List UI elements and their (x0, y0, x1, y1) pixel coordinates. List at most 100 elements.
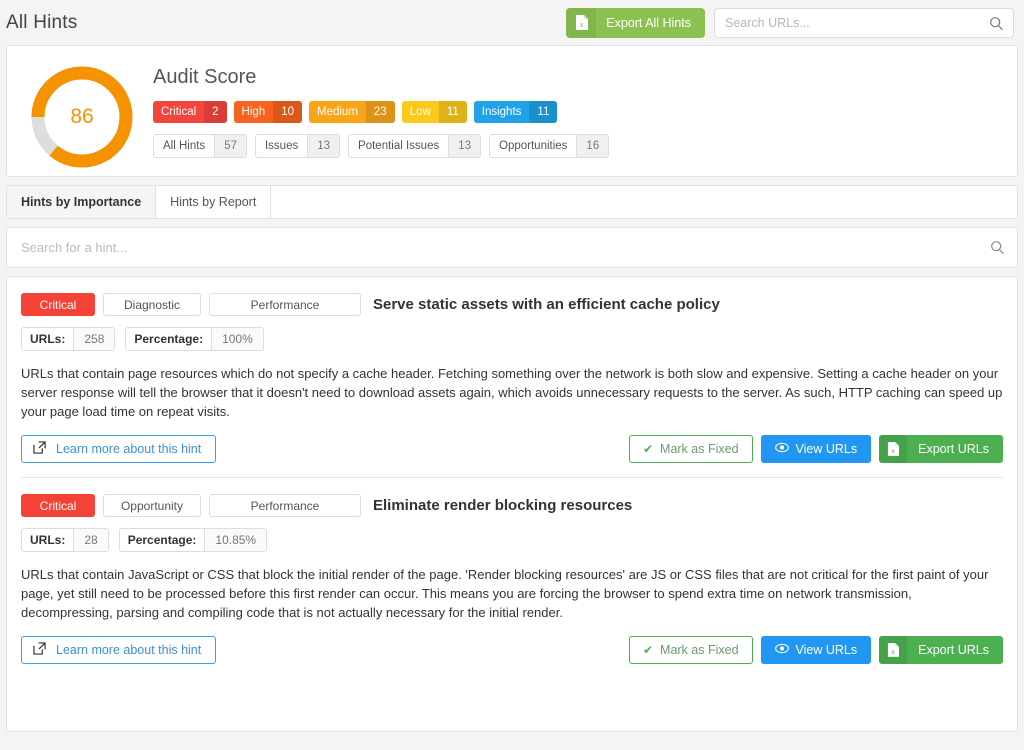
hint-urls-meta: URLs: 258 (21, 327, 116, 351)
tab-hints-by-importance[interactable]: Hints by Importance (7, 186, 157, 218)
learn-more-button[interactable]: Learn more about this hint (21, 636, 217, 664)
external-link-icon (33, 441, 46, 457)
eye-icon (774, 442, 789, 456)
page-title: All Hints (6, 11, 78, 33)
hint-category-badge[interactable]: Performance (209, 293, 361, 316)
search-icon[interactable] (990, 240, 1005, 260)
severity-badge-high[interactable]: High 10 (233, 101, 302, 123)
hint-item: Critical Diagnostic Performance Serve stati… (21, 277, 1003, 477)
hint-severity-badge[interactable]: Critical (21, 494, 95, 517)
view-urls-button[interactable]: View URLs (760, 435, 872, 463)
mark-as-fixed-button[interactable]: ✔ Mark as Fixed (628, 435, 753, 463)
severity-count: 11 (438, 101, 467, 123)
mark-as-fixed-button[interactable]: ✔ Mark as Fixed (628, 636, 753, 664)
hint-description: URLs that contain JavaScript or CSS that… (21, 567, 989, 620)
category-count: 13 (448, 135, 481, 157)
category-label: Opportunities (499, 140, 568, 152)
hint-meta-row: URLs: 28 Percentage: 10.85% (21, 528, 1003, 552)
severity-badge-medium[interactable]: Medium 23 (309, 101, 395, 123)
learn-more-label: Learn more about this hint (56, 442, 202, 456)
hint-title: Serve static assets with an efficient ca… (373, 296, 720, 313)
hint-percentage-label: Percentage: (127, 533, 197, 547)
hint-urls-value: 258 (73, 328, 115, 350)
severity-badge-row: Critical 2 High 10 Medium 23 Low 11 Insights 11 (153, 101, 609, 123)
check-icon: ✔ (642, 643, 654, 657)
check-icon: ✔ (642, 442, 654, 456)
view-urls-label: View URLs (795, 643, 858, 657)
audit-score-card: 86 Audit Score Critical 2 High 10 Medium 23 Lo… (6, 45, 1018, 177)
severity-count: 10 (273, 101, 302, 123)
severity-label: Insights (481, 106, 522, 118)
hint-title: Eliminate render blocking resources (373, 497, 633, 514)
hint-severity-badge[interactable]: Critical (21, 293, 95, 316)
hint-type-badge[interactable]: Diagnostic (103, 293, 201, 316)
hint-header: Critical Opportunity Performance Eliminate … (21, 494, 1003, 517)
external-link-icon (33, 642, 46, 658)
hint-urls-label: URLs: (30, 533, 66, 547)
audit-score-gauge: 86 (29, 64, 135, 170)
category-label: All Hints (163, 140, 206, 152)
hint-actions: Learn more about this hint ✔ Mark as Fixed… (21, 435, 1003, 463)
severity-badge-insights[interactable]: Insights 11 (473, 101, 558, 123)
audit-score-heading: Audit Score (153, 66, 257, 88)
severity-badge-critical[interactable]: Critical 2 (153, 101, 227, 123)
hint-urls-value: 28 (73, 529, 108, 551)
search-urls-input[interactable] (715, 15, 1013, 30)
tab-hints-by-report[interactable]: Hints by Report (156, 186, 272, 218)
learn-more-button[interactable]: Learn more about this hint (21, 435, 217, 463)
search-urls-field[interactable] (714, 7, 1014, 38)
export-urls-label: Export URLs (918, 643, 989, 657)
severity-label: Critical (161, 106, 197, 118)
category-filter-opportunities[interactable]: Opportunities 16 (489, 134, 610, 158)
severity-label: High (241, 106, 266, 118)
hint-percentage-value: 10.85% (204, 529, 267, 551)
export-all-hints-label: Export All Hints (606, 15, 691, 30)
hint-type-badge[interactable]: Opportunity (103, 494, 201, 517)
file-excel-icon: x (879, 435, 908, 463)
hints-tabs: Hints by Importance Hints by Report (6, 185, 1018, 219)
hint-actions: Learn more about this hint ✔ Mark as Fixed… (21, 636, 1003, 664)
hint-action-buttons: ✔ Mark as Fixed View URLs x Export URLs (628, 435, 1003, 463)
export-urls-button[interactable]: x Export URLs (879, 435, 1003, 463)
hint-meta-row: URLs: 258 Percentage: 100% (21, 327, 1003, 351)
audit-score-value: 86 (70, 105, 94, 128)
learn-more-label: Learn more about this hint (56, 643, 202, 657)
hint-search-field[interactable] (6, 227, 1018, 268)
export-urls-label: Export URLs (918, 442, 989, 456)
category-count: 13 (307, 135, 340, 157)
hint-item: Critical Opportunity Performance Eliminate … (21, 477, 1003, 678)
file-excel-icon: x (879, 636, 908, 664)
category-filter-row: All Hints 57 Issues 13 Potential Issues 13 Opp… (153, 134, 610, 158)
hint-category-badge[interactable]: Performance (209, 494, 361, 517)
severity-label: Medium (317, 106, 358, 118)
export-urls-button[interactable]: x Export URLs (879, 636, 1003, 664)
mark-as-fixed-label: Mark as Fixed (660, 442, 739, 456)
hint-urls-label: URLs: (30, 332, 66, 346)
hint-percentage-meta: Percentage: 100% (125, 327, 264, 351)
category-filter-issues[interactable]: Issues 13 (254, 134, 341, 158)
category-filter-potential-issues[interactable]: Potential Issues 13 (348, 134, 482, 158)
search-icon[interactable] (989, 16, 1004, 36)
category-count: 16 (576, 135, 609, 157)
hint-urls-meta: URLs: 28 (21, 528, 109, 552)
hints-list: Critical Diagnostic Performance Serve stati… (6, 276, 1018, 732)
hint-description: URLs that contain page resources which d… (21, 366, 1003, 419)
top-bar-actions: x Export All Hints (566, 7, 1014, 38)
category-count: 57 (214, 135, 246, 157)
hint-action-buttons: ✔ Mark as Fixed View URLs x Export URLs (628, 636, 1003, 664)
svg-text:x: x (579, 22, 583, 29)
category-label: Issues (264, 140, 299, 152)
severity-label: Low (409, 106, 431, 118)
severity-count: 23 (365, 101, 395, 123)
audit-score-details: Audit Score Critical 2 High 10 Medium 23 Low 11… (153, 58, 610, 158)
file-excel-icon: x (566, 7, 597, 38)
view-urls-button[interactable]: View URLs (760, 636, 872, 664)
severity-count: 11 (529, 101, 558, 123)
severity-count: 2 (204, 101, 227, 123)
hint-search-input[interactable] (7, 240, 1017, 255)
top-bar: All Hints x Export All Hints (0, 0, 1024, 45)
category-filter-all-hints[interactable]: All Hints 57 (153, 134, 247, 158)
hint-header: Critical Diagnostic Performance Serve stati… (21, 293, 1003, 316)
severity-badge-low[interactable]: Low 11 (401, 101, 467, 123)
export-all-hints-button[interactable]: x Export All Hints (566, 7, 705, 38)
